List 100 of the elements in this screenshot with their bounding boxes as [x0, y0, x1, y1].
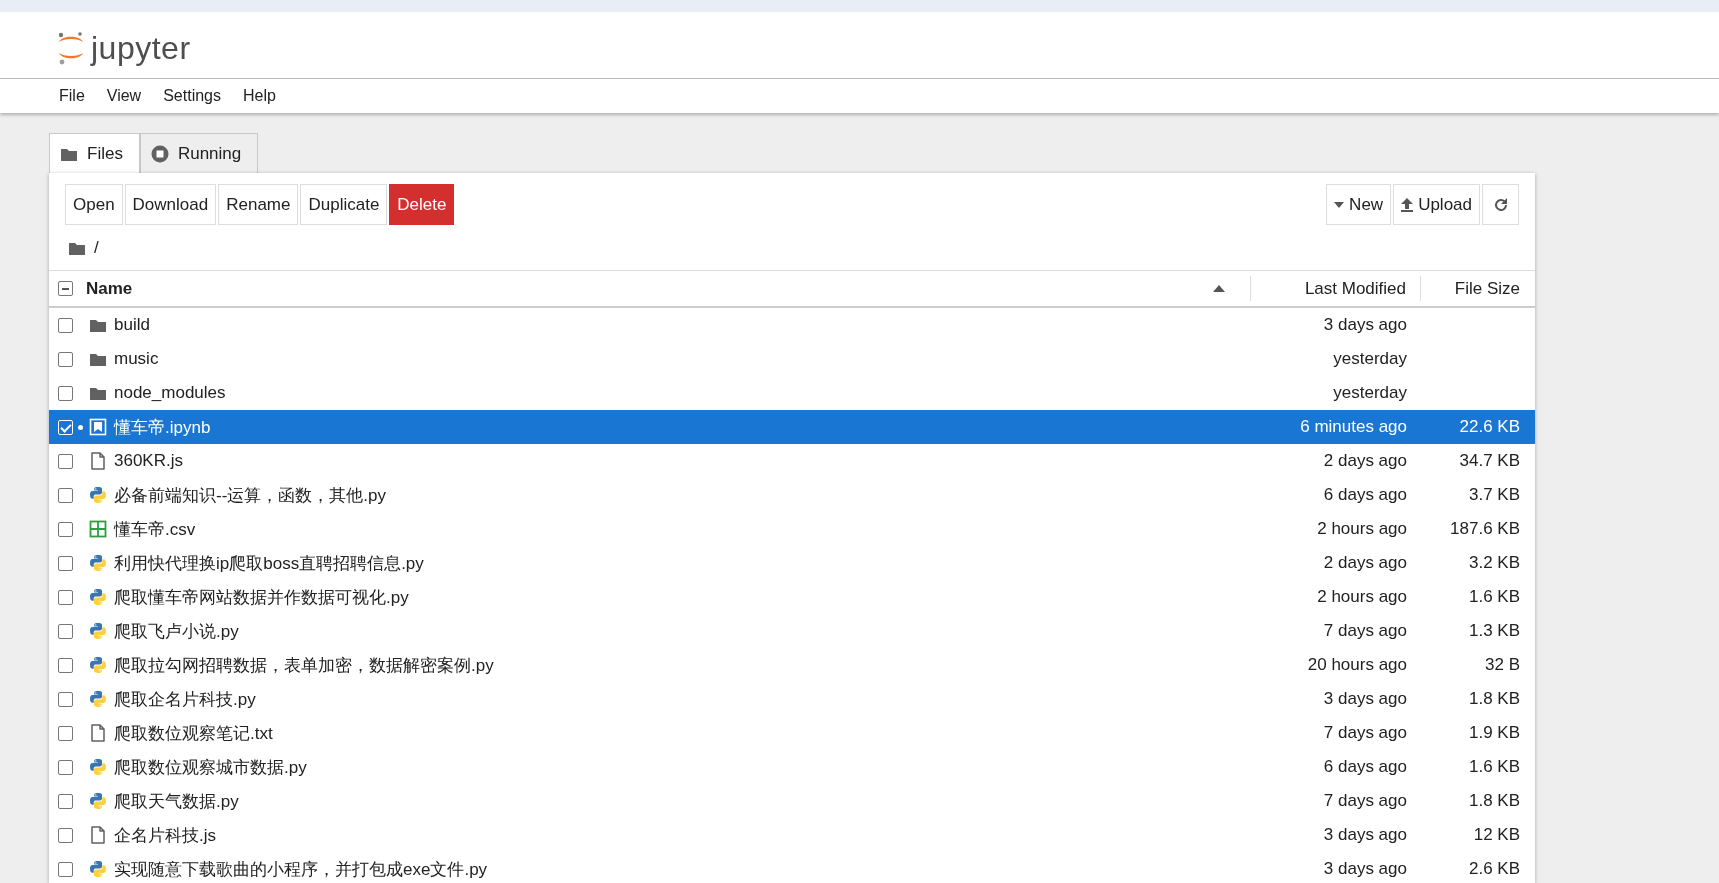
row-checkbox[interactable]: [58, 691, 73, 707]
row-checkbox[interactable]: [58, 351, 73, 367]
tab[interactable]: Running: [139, 133, 259, 173]
row-checkbox[interactable]: [58, 623, 73, 639]
file-name[interactable]: 360KR.js: [114, 451, 1247, 471]
toolbar-button[interactable]: Download: [124, 184, 217, 225]
file-name[interactable]: 爬取企名片科技.py: [114, 687, 1247, 711]
modified-time: yesterday: [1332, 349, 1407, 369]
file-row[interactable]: 爬取懂车帝网站数据并作数据可视化.py 2 hours ago 1.6 KB: [49, 580, 1535, 614]
select-all-checkbox[interactable]: [58, 281, 73, 296]
file-row[interactable]: 爬取数位观察笔记.txt 7 days ago 1.9 KB: [49, 716, 1535, 750]
file-row[interactable]: music yesterday: [49, 342, 1535, 376]
modified-time: 6 days ago: [1322, 485, 1407, 505]
file-size: 1.8 KB: [1467, 791, 1520, 811]
notebook-icon: [89, 418, 107, 436]
file-name[interactable]: 爬取懂车帝网站数据并作数据可视化.py: [114, 585, 1247, 609]
row-checkbox[interactable]: [58, 453, 73, 469]
file-row[interactable]: 利用快代理换ip爬取boss直聘招聘信息.py 2 days ago 3.2 KB: [49, 546, 1535, 580]
refresh-button[interactable]: [1482, 184, 1519, 225]
file-row[interactable]: 企名片科技.js 3 days ago 12 KB: [49, 818, 1535, 852]
file-name[interactable]: 企名片科技.js: [114, 823, 1247, 847]
row-checkbox[interactable]: [58, 317, 73, 333]
modified-time: 3 days ago: [1322, 689, 1407, 709]
breadcrumb-link[interactable]: /: [94, 237, 99, 258]
file-size: 32 B: [1484, 655, 1520, 675]
modified-time: 6 minutes ago: [1299, 417, 1407, 437]
row-checkbox[interactable]: [58, 657, 73, 673]
name-column-header[interactable]: Name: [73, 276, 1251, 301]
python-icon: [89, 656, 107, 674]
file-name[interactable]: 懂车帝.csv: [114, 517, 1247, 541]
file-name[interactable]: 爬取飞卢小说.py: [114, 619, 1247, 643]
menu-item[interactable]: Help: [236, 87, 283, 105]
delete-button[interactable]: Delete: [389, 184, 455, 225]
python-icon: [89, 622, 107, 640]
file-row[interactable]: 必备前端知识--运算，函数，其他.py 6 days ago 3.7 KB: [49, 478, 1535, 512]
stop-icon: [150, 144, 169, 163]
row-checkbox[interactable]: [58, 385, 73, 401]
refresh-icon: [1493, 197, 1508, 212]
file-row[interactable]: 爬取天气数据.py 7 days ago 1.8 KB: [49, 784, 1535, 818]
modified-time: 2 days ago: [1322, 553, 1407, 573]
modified-time: 3 days ago: [1322, 315, 1407, 335]
file-icon: [89, 452, 107, 470]
menu-item[interactable]: View: [99, 87, 149, 105]
spreadsheet-icon: [89, 520, 107, 538]
python-icon: [89, 554, 107, 572]
file-name[interactable]: node_modules: [114, 383, 1247, 403]
file-name[interactable]: 爬取拉勾网招聘数据，表单加密，数据解密案例.py: [114, 653, 1247, 677]
file-row[interactable]: build 3 days ago: [49, 308, 1535, 342]
file-row[interactable]: 360KR.js 2 days ago 34.7 KB: [49, 444, 1535, 478]
file-name[interactable]: 必备前端知识--运算，函数，其他.py: [114, 483, 1247, 507]
modified-time: 7 days ago: [1322, 791, 1407, 811]
row-checkbox[interactable]: [58, 793, 73, 809]
file-row[interactable]: 实现随意下载歌曲的小程序，并打包成exe文件.py 3 days ago 2.6 KB: [49, 852, 1535, 883]
file-size: 187.6 KB: [1449, 519, 1520, 539]
menu-item[interactable]: Settings: [156, 87, 228, 105]
file-name[interactable]: build: [114, 315, 1247, 335]
file-name[interactable]: 利用快代理换ip爬取boss直聘招聘信息.py: [114, 551, 1247, 575]
tab[interactable]: Files: [49, 133, 140, 173]
logo[interactable]: jupyter: [57, 29, 191, 67]
file-row[interactable]: 爬取数位观察城市数据.py 6 days ago 1.6 KB: [49, 750, 1535, 784]
file-name[interactable]: 懂车帝.ipynb: [114, 415, 1247, 439]
toolbar-button[interactable]: Rename: [218, 184, 299, 225]
file-name[interactable]: 实现随意下载歌曲的小程序，并打包成exe文件.py: [114, 857, 1247, 881]
row-checkbox[interactable]: [58, 861, 73, 877]
file-name[interactable]: 爬取数位观察城市数据.py: [114, 755, 1247, 779]
file-row[interactable]: 懂车帝.csv 2 hours ago 187.6 KB: [49, 512, 1535, 546]
column-header[interactable]: Last Modified: [1251, 276, 1421, 301]
row-checkbox[interactable]: [58, 759, 73, 775]
new-button[interactable]: New: [1326, 184, 1392, 225]
jupyter-logo-icon: [57, 31, 85, 65]
column-header[interactable]: File Size: [1421, 276, 1520, 301]
toolbar-button[interactable]: Open: [65, 184, 123, 225]
file-row[interactable]: 爬取拉勾网招聘数据，表单加密，数据解密案例.py 20 hours ago 32 B: [49, 648, 1535, 682]
menu-item[interactable]: File: [52, 87, 92, 105]
row-checkbox[interactable]: [58, 827, 73, 843]
folder-icon: [89, 317, 107, 333]
file-row[interactable]: 爬取企名片科技.py 3 days ago 1.8 KB: [49, 682, 1535, 716]
toolbar-button[interactable]: Duplicate: [300, 184, 388, 225]
file-name[interactable]: 爬取数位观察笔记.txt: [114, 721, 1247, 745]
modified-time: 7 days ago: [1322, 723, 1407, 743]
file-row[interactable]: 懂车帝.ipynb 6 minutes ago 22.6 KB: [49, 410, 1535, 444]
modified-time: 3 days ago: [1322, 859, 1407, 879]
row-checkbox[interactable]: [58, 521, 73, 537]
python-icon: [89, 486, 107, 504]
modified-time: 2 hours ago: [1316, 519, 1407, 539]
row-checkbox[interactable]: [58, 487, 73, 503]
file-size: 3.2 KB: [1467, 553, 1520, 573]
file-name[interactable]: 爬取天气数据.py: [114, 789, 1247, 813]
row-checkbox[interactable]: [58, 555, 73, 571]
file-icon: [89, 826, 107, 844]
file-name[interactable]: music: [114, 349, 1247, 369]
file-row[interactable]: node_modules yesterday: [49, 376, 1535, 410]
upload-button[interactable]: Upload: [1393, 184, 1480, 225]
row-checkbox[interactable]: [58, 589, 73, 605]
python-icon: [89, 690, 107, 708]
python-icon: [89, 792, 107, 810]
file-row[interactable]: 爬取飞卢小说.py 7 days ago 1.3 KB: [49, 614, 1535, 648]
folder-icon: [89, 385, 107, 401]
row-checkbox[interactable]: [58, 725, 73, 741]
file-size: 12 KB: [1472, 825, 1520, 845]
